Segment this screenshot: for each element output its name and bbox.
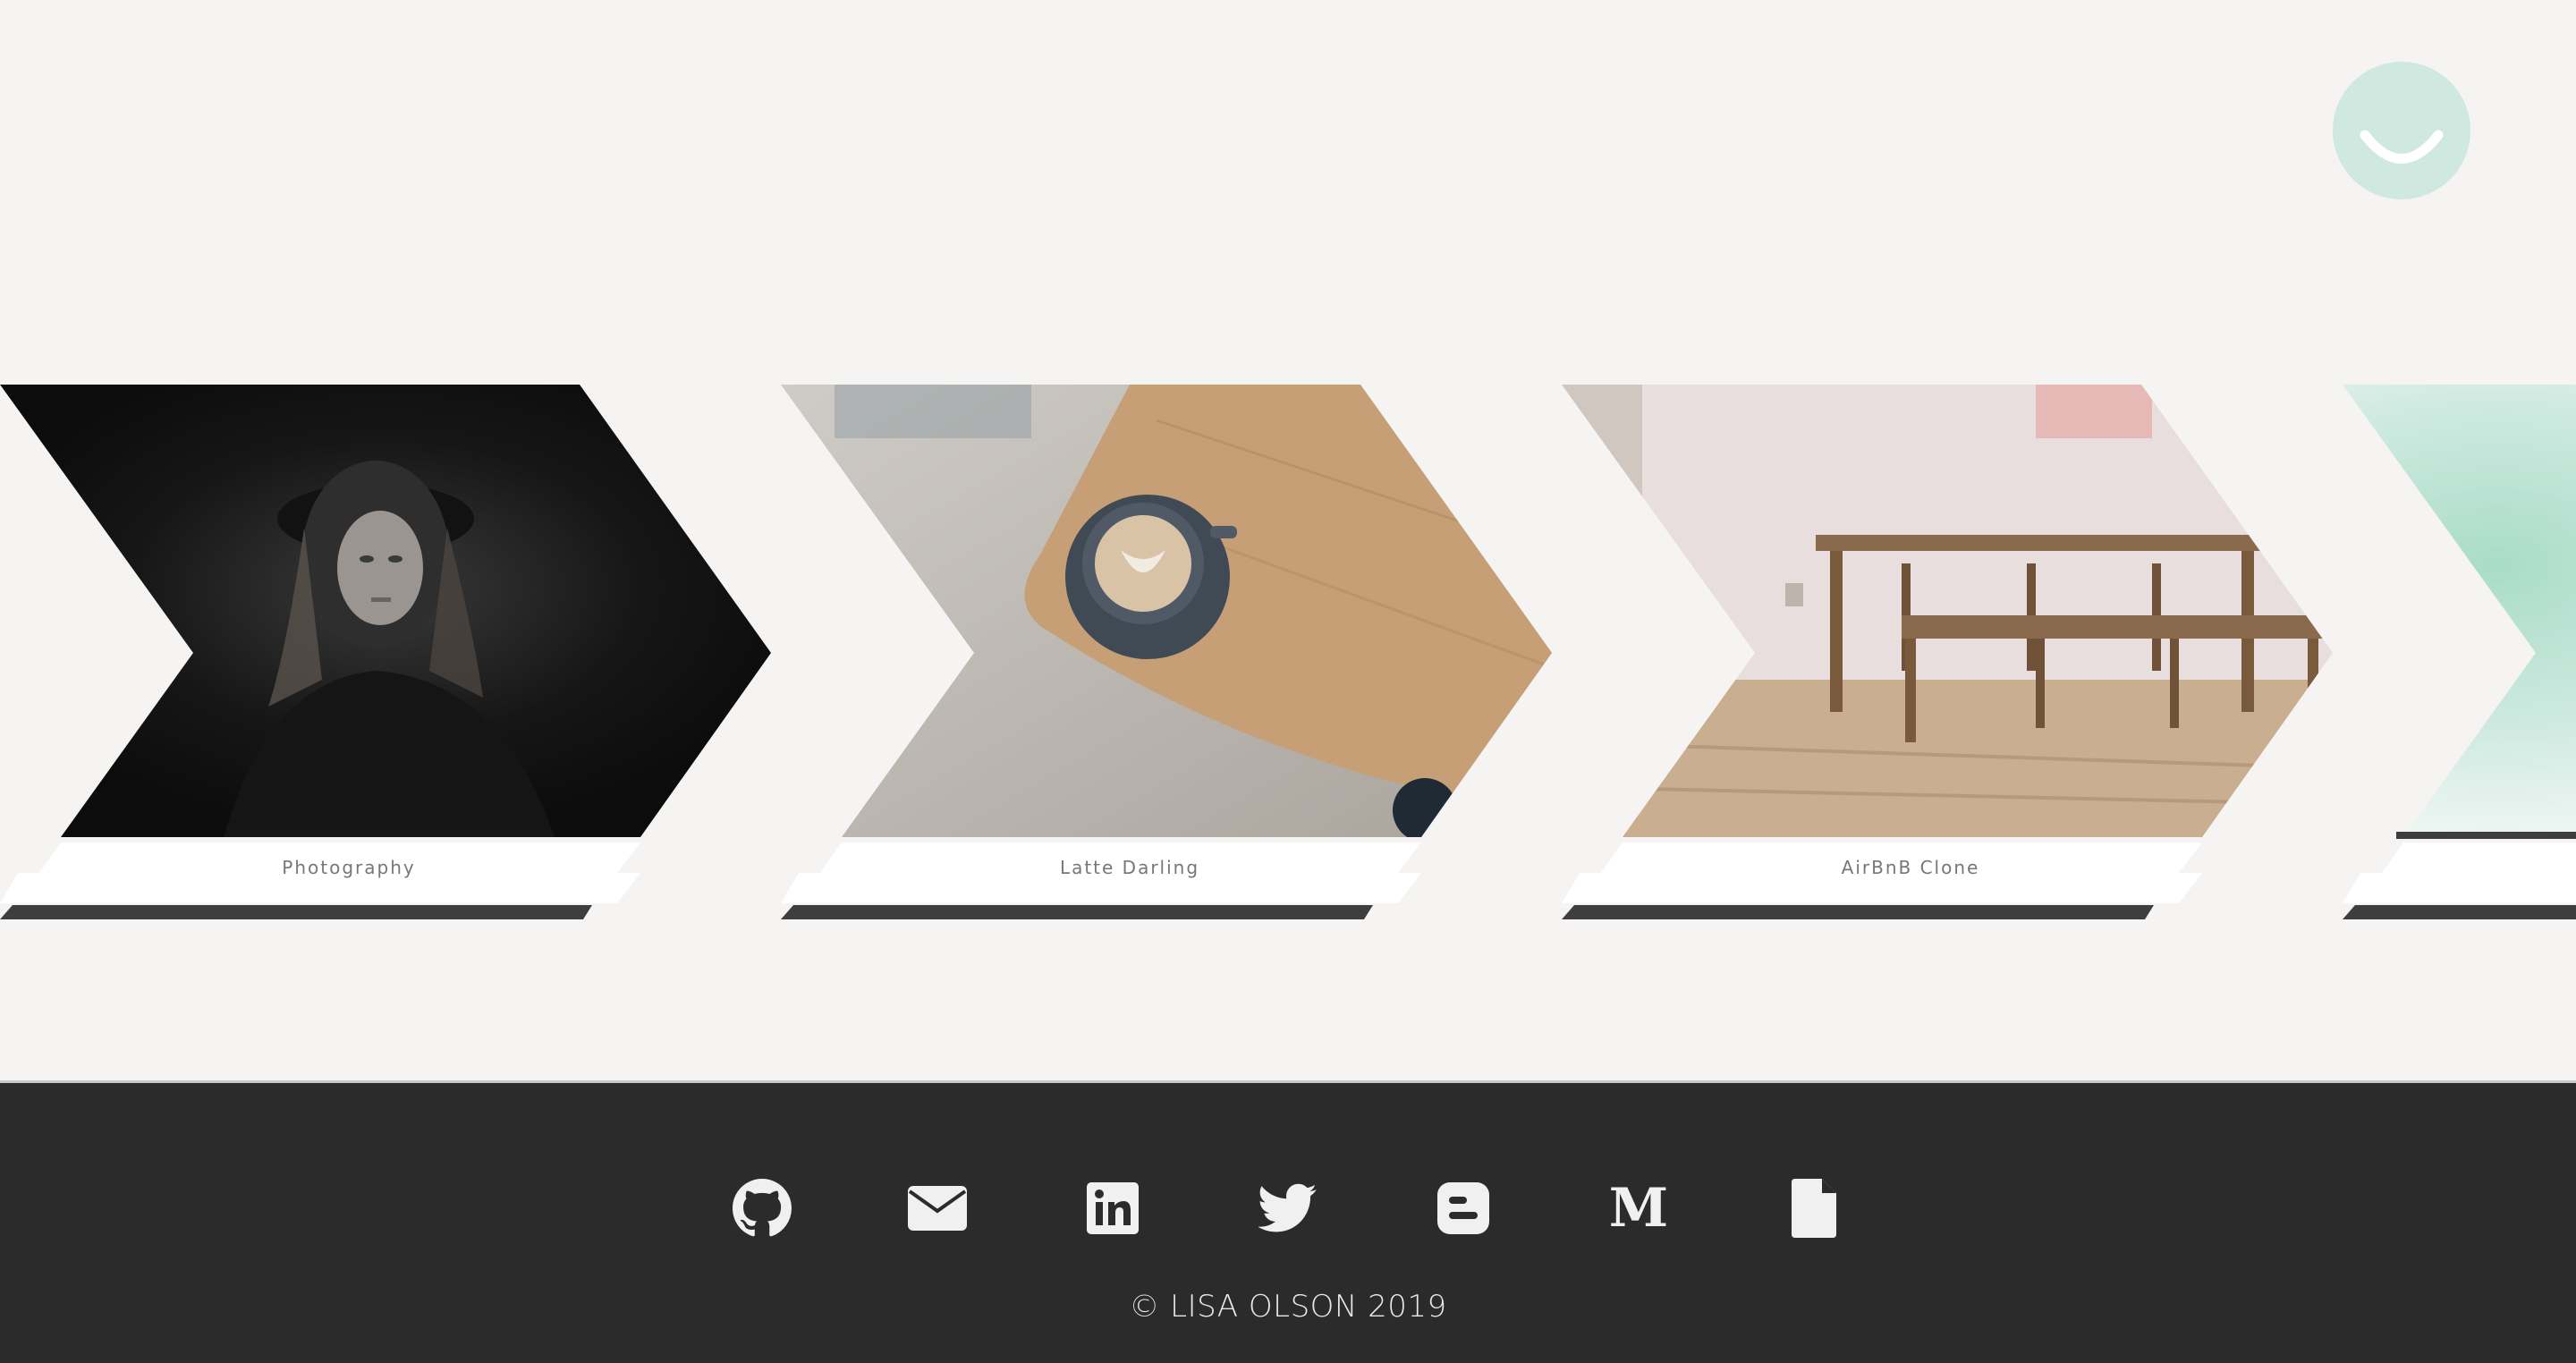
twitter-icon <box>1258 1183 1317 1232</box>
linkedin-icon <box>1087 1182 1139 1234</box>
project-label: Photography <box>282 857 416 878</box>
copyright-text: © LISA OLSON 2019 <box>1129 1289 1447 1325</box>
smiley-icon <box>2360 130 2444 164</box>
email-icon <box>908 1186 967 1231</box>
project-label: AirBnB Clone <box>1841 857 1980 878</box>
medium-link[interactable]: M <box>1551 1173 1726 1244</box>
project-card-photography[interactable]: Photography <box>0 385 775 921</box>
projects-carousel: Photography Latte Darling AirBnB Clone <box>0 385 2576 921</box>
project-card-4[interactable] <box>2343 385 2576 921</box>
twitter-link[interactable] <box>1200 1173 1376 1244</box>
project-card-airbnb-clone[interactable]: AirBnB Clone <box>1562 385 2336 921</box>
blogger-icon <box>1437 1182 1489 1234</box>
github-link[interactable] <box>674 1173 850 1244</box>
resume-file-icon <box>1792 1179 1836 1238</box>
svg-text:M: M <box>1610 1183 1667 1233</box>
social-links: M <box>0 1173 2576 1244</box>
blogger-link[interactable] <box>1376 1173 1551 1244</box>
github-icon <box>733 1179 792 1237</box>
dining-table-photo <box>1562 385 2333 919</box>
project-card-latte-darling[interactable]: Latte Darling <box>781 385 1555 921</box>
latte-coffee-photo <box>781 385 1552 919</box>
portrait-photo <box>0 385 771 919</box>
watercolor-mint-photo <box>2343 385 2576 919</box>
linkedin-link[interactable] <box>1025 1173 1200 1244</box>
project-label: Latte Darling <box>1059 857 1200 878</box>
logo-smiley[interactable] <box>2333 62 2470 199</box>
footer: M © LISA OLSON 2019 <box>0 1080 2576 1363</box>
medium-icon: M <box>1610 1183 1667 1233</box>
resume-link[interactable] <box>1726 1173 1902 1244</box>
email-link[interactable] <box>850 1173 1025 1244</box>
